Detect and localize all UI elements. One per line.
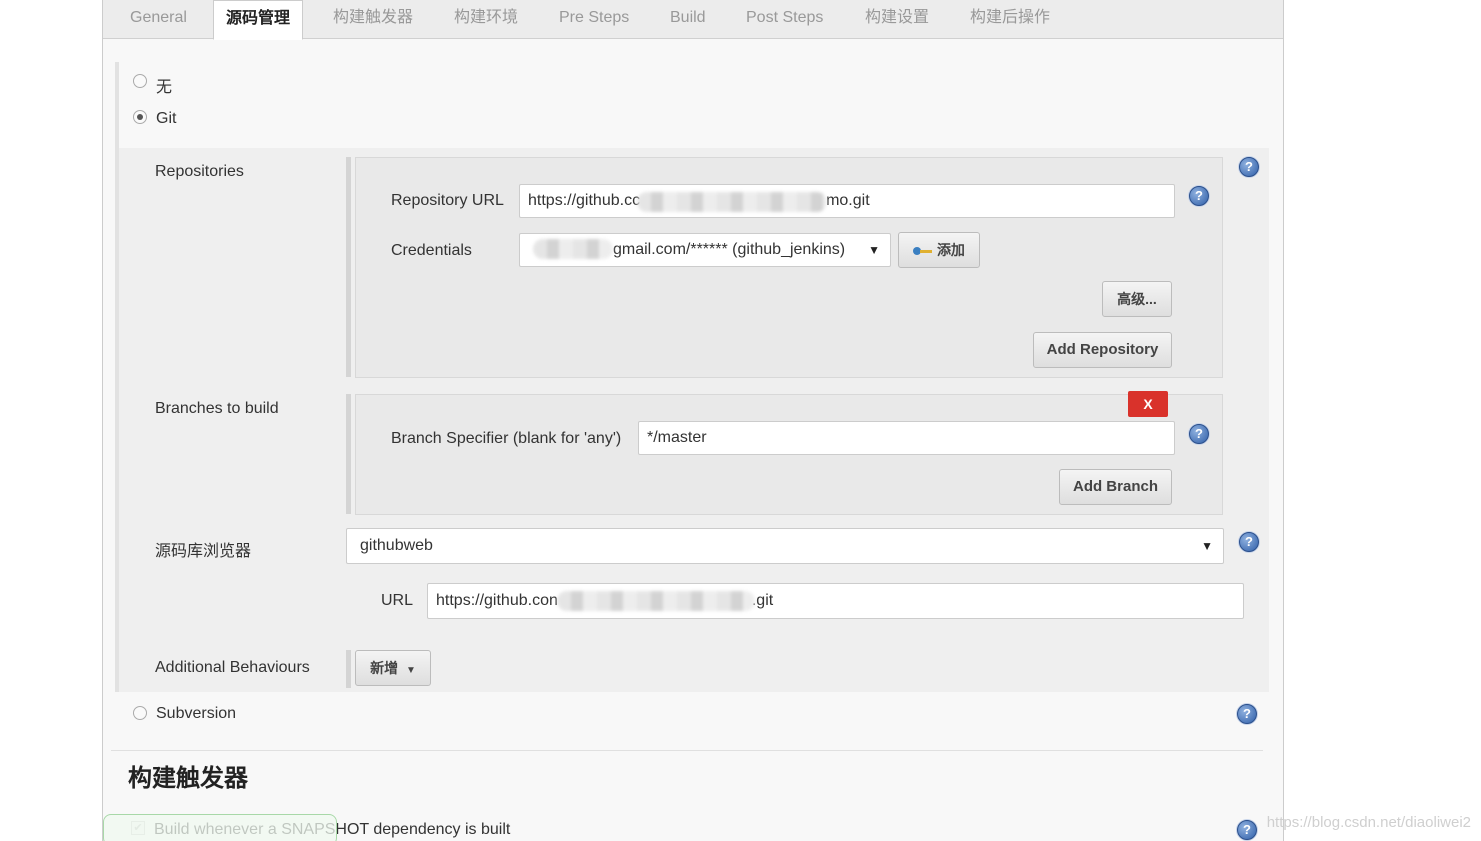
help-icon[interactable]: ? [1237, 820, 1257, 840]
repo-url-prefix: https://github.cc [528, 192, 641, 209]
help-icon[interactable]: ? [1237, 704, 1257, 724]
radio-subversion[interactable] [133, 706, 147, 720]
caret-down-icon: ▼ [405, 665, 416, 676]
branches-bar [346, 394, 351, 514]
repo-browser-select[interactable]: githubweb ▼ [346, 528, 1224, 564]
repo-url-input[interactable]: https://github.cc mo.git [519, 184, 1175, 218]
tooltip-overlay [103, 814, 337, 841]
additional-behaviours-label: Additional Behaviours [155, 659, 310, 676]
add-repository-button[interactable]: Add Repository [1033, 332, 1172, 368]
tab-build-environment[interactable]: 构建环境 [454, 0, 518, 38]
browser-url-label: URL [381, 592, 414, 609]
tab-bar: General 源码管理 构建触发器 构建环境 Pre Steps Build … [103, 0, 1283, 40]
branches-label: Branches to build [155, 400, 279, 417]
repo-url-suffix: mo.git [826, 192, 870, 209]
additional-bar [346, 650, 351, 688]
repositories-label: Repositories [155, 163, 244, 180]
radio-git[interactable] [133, 110, 147, 124]
help-icon[interactable]: ? [1189, 186, 1209, 206]
delete-branch-button[interactable]: X [1128, 391, 1168, 417]
browser-url-input[interactable]: https://github.con .git [427, 583, 1244, 619]
add-behaviour-label: 新增 [370, 660, 399, 676]
radio-git-label: Git [156, 110, 177, 127]
key-icon [913, 246, 933, 256]
divider [111, 750, 1263, 751]
config-panel: General 源码管理 构建触发器 构建环境 Pre Steps Build … [102, 0, 1284, 841]
chevron-down-icon: ▼ [868, 243, 880, 257]
browser-url-prefix: https://github.con [436, 592, 558, 609]
repositories-bar [346, 157, 351, 377]
add-behaviour-button[interactable]: 新增 ▼ [355, 650, 431, 686]
build-triggers-heading: 构建触发器 [128, 765, 248, 792]
tab-build[interactable]: Build [670, 0, 706, 38]
tab-scm[interactable]: 源码管理 [213, 0, 304, 40]
redacted-blur [637, 192, 827, 212]
tab-post-build-actions[interactable]: 构建后操作 [970, 0, 1050, 38]
tab-post-steps[interactable]: Post Steps [746, 0, 823, 38]
radio-none[interactable] [133, 74, 147, 88]
git-config-area: Repositories Repository URL https://gith… [119, 148, 1269, 692]
watermark: https://blog.csdn.net/diaoliwei2 [1266, 814, 1471, 831]
help-icon[interactable]: ? [1239, 157, 1259, 177]
repo-browser-label: 源码库浏览器 [155, 543, 252, 560]
advanced-button[interactable]: 高级... [1102, 281, 1172, 317]
radio-none-label: 无 [156, 79, 173, 96]
credentials-label: Credentials [391, 242, 472, 259]
tab-build-settings[interactable]: 构建设置 [865, 0, 929, 38]
add-branch-button[interactable]: Add Branch [1059, 469, 1172, 505]
tab-general[interactable]: General [130, 0, 187, 38]
redacted-blur [557, 591, 755, 611]
branch-box: X Branch Specifier (blank for 'any') */m… [355, 391, 1223, 515]
radio-subversion-label: Subversion [156, 705, 237, 722]
chevron-down-icon: ▼ [1201, 539, 1213, 553]
repository-box: Repository URL https://github.cc mo.git C… [355, 157, 1223, 378]
repo-browser-value: githubweb [360, 537, 433, 554]
repo-url-label: Repository URL [391, 192, 504, 209]
tab-pre-steps[interactable]: Pre Steps [559, 0, 629, 38]
credentials-value: gmail.com/****** (github_jenkins) [613, 241, 846, 258]
branch-specifier-label: Branch Specifier (blank for 'any') [391, 430, 622, 447]
tab-build-triggers[interactable]: 构建触发器 [333, 0, 413, 38]
browser-url-suffix: .git [751, 592, 774, 609]
branch-specifier-input[interactable]: */master [638, 421, 1175, 455]
add-credentials-button[interactable]: 添加 [898, 232, 980, 268]
help-icon[interactable]: ? [1239, 532, 1259, 552]
redacted-blur [533, 239, 613, 259]
help-icon[interactable]: ? [1189, 424, 1209, 444]
add-credentials-label: 添加 [936, 242, 965, 258]
